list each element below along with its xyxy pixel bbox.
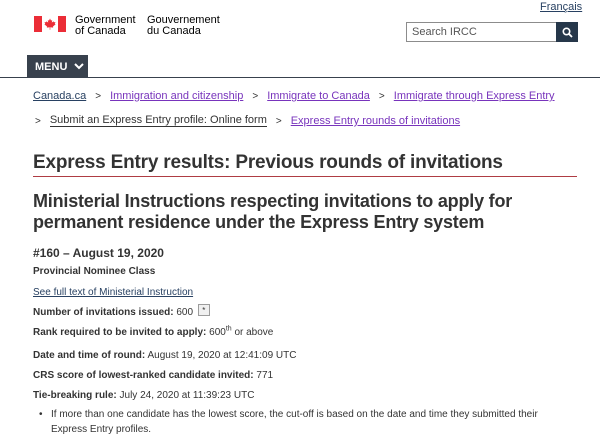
round-heading: #160 – August 19, 2020 (33, 246, 164, 260)
breadcrumb-separator: > (378, 90, 385, 102)
canada-flag-icon[interactable] (34, 16, 66, 32)
list-item: If more than one candidate has the lowes… (39, 407, 569, 437)
breadcrumb-rounds-of-invitations[interactable]: Express Entry rounds of invitations (291, 115, 460, 127)
invitations-issued: Number of invitations issued: 600 * (33, 304, 210, 319)
breadcrumb-continued: > Submit an Express Entry profile: Onlin… (35, 115, 460, 127)
title-divider (33, 176, 577, 177)
breadcrumb-separator: > (95, 90, 102, 102)
breadcrumb-canada[interactable]: Canada.ca (33, 90, 86, 102)
menu-bar: MENU (0, 55, 600, 79)
breadcrumb-express-entry[interactable]: Immigrate through Express Entry (394, 90, 555, 102)
breadcrumb-separator: > (252, 90, 259, 102)
search-button[interactable] (556, 22, 578, 42)
breadcrumb: Canada.ca > Immigration and citizenship … (33, 90, 555, 102)
search-form (406, 22, 578, 42)
section-heading: Ministerial Instructions respecting invi… (33, 191, 513, 232)
ministerial-instruction-link[interactable]: See full text of Ministerial Instruction (33, 287, 193, 298)
search-input[interactable] (406, 22, 556, 42)
crs-score: CRS score of lowest-ranked candidate inv… (33, 370, 274, 381)
breadcrumb-immigration-citizenship[interactable]: Immigration and citizenship (110, 90, 243, 102)
chevron-down-icon (74, 63, 85, 70)
signature-english[interactable]: Government of Canada (75, 15, 136, 37)
breadcrumb-separator: > (275, 115, 282, 127)
tie-breaking-rule: Tie-breaking rule: July 24, 2020 at 11:3… (33, 390, 255, 401)
signature-french[interactable]: Gouvernement du Canada (147, 15, 220, 37)
page-title: Express Entry results: Previous rounds o… (33, 152, 503, 173)
breadcrumb-immigrate-to-canada[interactable]: Immigrate to Canada (267, 90, 370, 102)
breadcrumb-separator: > (35, 115, 41, 127)
breadcrumb-submit-profile[interactable]: Submit an Express Entry profile: Online … (49, 115, 267, 127)
program-class: Provincial Nominee Class (33, 266, 156, 277)
menu-button[interactable]: MENU (27, 55, 88, 78)
tie-break-notes: If more than one candidate has the lowes… (39, 407, 569, 437)
round-datetime: Date and time of round: August 19, 2020 … (33, 350, 297, 361)
search-icon (561, 26, 573, 38)
rank-required: Rank required to be invited to apply: 60… (33, 325, 274, 338)
footnote-button[interactable]: * (197, 304, 210, 316)
language-toggle-link[interactable]: Français (540, 1, 582, 13)
